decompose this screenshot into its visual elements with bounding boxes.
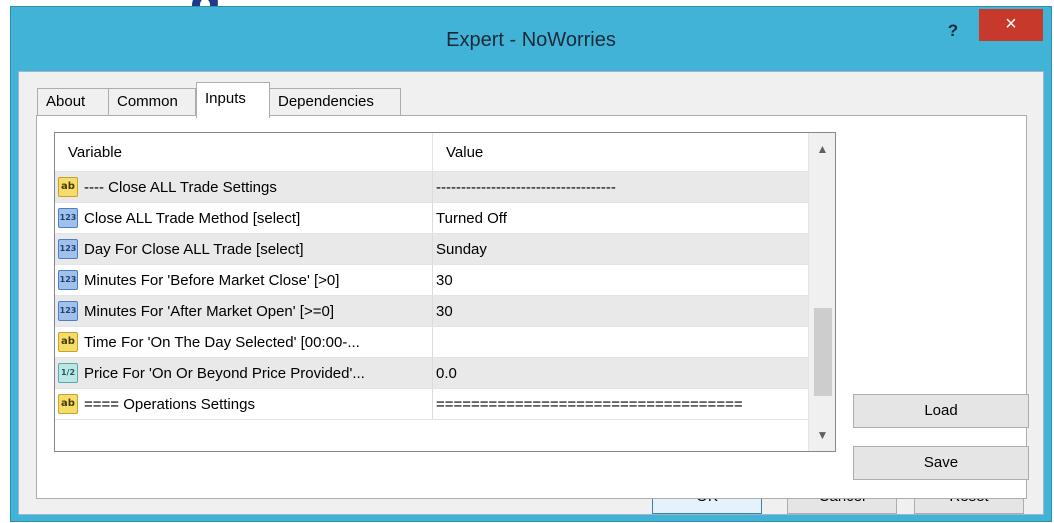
variable-cell: 123 Minutes For 'Before Market Close' [>… xyxy=(55,265,433,295)
variable-cell: 123 Close ALL Trade Method [select] xyxy=(55,203,433,233)
variable-cell: 123 Minutes For 'After Market Open' [>=0… xyxy=(55,296,433,326)
table-row[interactable]: 123 Day For Close ALL Trade [select] Sun… xyxy=(55,234,835,265)
scroll-down-icon[interactable]: ▼ xyxy=(809,423,835,447)
save-button[interactable]: Save xyxy=(853,446,1029,480)
variable-cell: 1/2 Price For 'On Or Beyond Price Provid… xyxy=(55,358,433,388)
close-button[interactable]: × xyxy=(979,9,1043,41)
integer-type-icon: 123 xyxy=(58,301,78,321)
value-cell[interactable]: 30 xyxy=(433,265,808,295)
variable-name: ---- Close ALL Trade Settings xyxy=(84,178,277,196)
value-cell[interactable]: Sunday xyxy=(433,234,808,264)
integer-type-icon: 123 xyxy=(58,208,78,228)
string-type-icon: ab xyxy=(58,394,78,414)
integer-type-icon: 123 xyxy=(58,270,78,290)
inputs-panel: Variable Value ab ---- Close ALL Trade S… xyxy=(36,115,1029,499)
column-header-value[interactable]: Value xyxy=(433,133,808,171)
close-icon: × xyxy=(1005,13,1017,35)
title-bar[interactable]: Expert - NoWorries ? × xyxy=(11,7,1051,71)
load-button[interactable]: Load xyxy=(853,394,1029,428)
inputs-grid: Variable Value ab ---- Close ALL Trade S… xyxy=(54,132,836,452)
table-row[interactable]: 123 Minutes For 'After Market Open' [>=0… xyxy=(55,296,835,327)
vertical-scrollbar[interactable]: ▲ ▼ xyxy=(808,133,835,451)
table-row[interactable]: ab ---- Close ALL Trade Settings -------… xyxy=(55,172,835,203)
value-cell[interactable] xyxy=(433,327,808,357)
value-cell[interactable]: ------------------------------------ xyxy=(433,172,808,202)
tab-inputs-label: Inputs xyxy=(205,90,246,107)
table-row[interactable]: 1/2 Price For 'On Or Beyond Price Provid… xyxy=(55,358,835,389)
value-cell[interactable]: =================================== xyxy=(433,389,808,419)
variable-name: Price For 'On Or Beyond Price Provided'.… xyxy=(84,364,365,382)
tab-about-label: About xyxy=(46,93,86,110)
value-cell[interactable]: Turned Off xyxy=(433,203,808,233)
tab-dependencies[interactable]: Dependencies xyxy=(269,88,401,116)
integer-type-icon: 123 xyxy=(58,239,78,259)
variable-cell: ab Time For 'On The Day Selected' [00:00… xyxy=(55,327,433,357)
help-button[interactable]: ? xyxy=(941,21,965,45)
table-row[interactable]: ab Time For 'On The Day Selected' [00:00… xyxy=(55,327,835,358)
variable-cell: 123 Day For Close ALL Trade [select] xyxy=(55,234,433,264)
tab-about[interactable]: About xyxy=(37,88,109,116)
table-row[interactable]: 123 Close ALL Trade Method [select] Turn… xyxy=(55,203,835,234)
variable-name: Day For Close ALL Trade [select] xyxy=(84,240,304,258)
column-header-variable[interactable]: Variable xyxy=(55,133,433,171)
table-row[interactable]: ab ==== Operations Settings ============… xyxy=(55,389,835,420)
variable-name: Minutes For 'After Market Open' [>=0] xyxy=(84,302,334,320)
tab-inputs[interactable]: Inputs xyxy=(196,82,270,118)
grid-header: Variable Value xyxy=(55,133,835,172)
scroll-thumb[interactable] xyxy=(814,308,832,396)
dialog-body: About Common Inputs Dependencies Variabl… xyxy=(18,71,1044,515)
variable-name: Close ALL Trade Method [select] xyxy=(84,209,301,227)
string-type-icon: ab xyxy=(58,332,78,352)
expert-dialog: Expert - NoWorries ? × About Common Inpu… xyxy=(10,6,1052,522)
double-type-icon: 1/2 xyxy=(58,363,78,383)
table-row[interactable]: 123 Minutes For 'Before Market Close' [>… xyxy=(55,265,835,296)
value-cell[interactable]: 0.0 xyxy=(433,358,808,388)
variable-name: Time For 'On The Day Selected' [00:00-..… xyxy=(84,333,360,351)
value-cell[interactable]: 30 xyxy=(433,296,808,326)
variable-name: Minutes For 'Before Market Close' [>0] xyxy=(84,271,340,289)
scroll-up-icon[interactable]: ▲ xyxy=(809,137,835,161)
tab-dependencies-label: Dependencies xyxy=(278,93,374,110)
tab-common[interactable]: Common xyxy=(108,88,196,116)
window-title: Expert - NoWorries xyxy=(446,29,616,51)
tab-common-label: Common xyxy=(117,93,178,110)
variable-cell: ab ---- Close ALL Trade Settings xyxy=(55,172,433,202)
string-type-icon: ab xyxy=(58,177,78,197)
variable-cell: ab ==== Operations Settings xyxy=(55,389,433,419)
variable-name: ==== Operations Settings xyxy=(84,395,255,413)
